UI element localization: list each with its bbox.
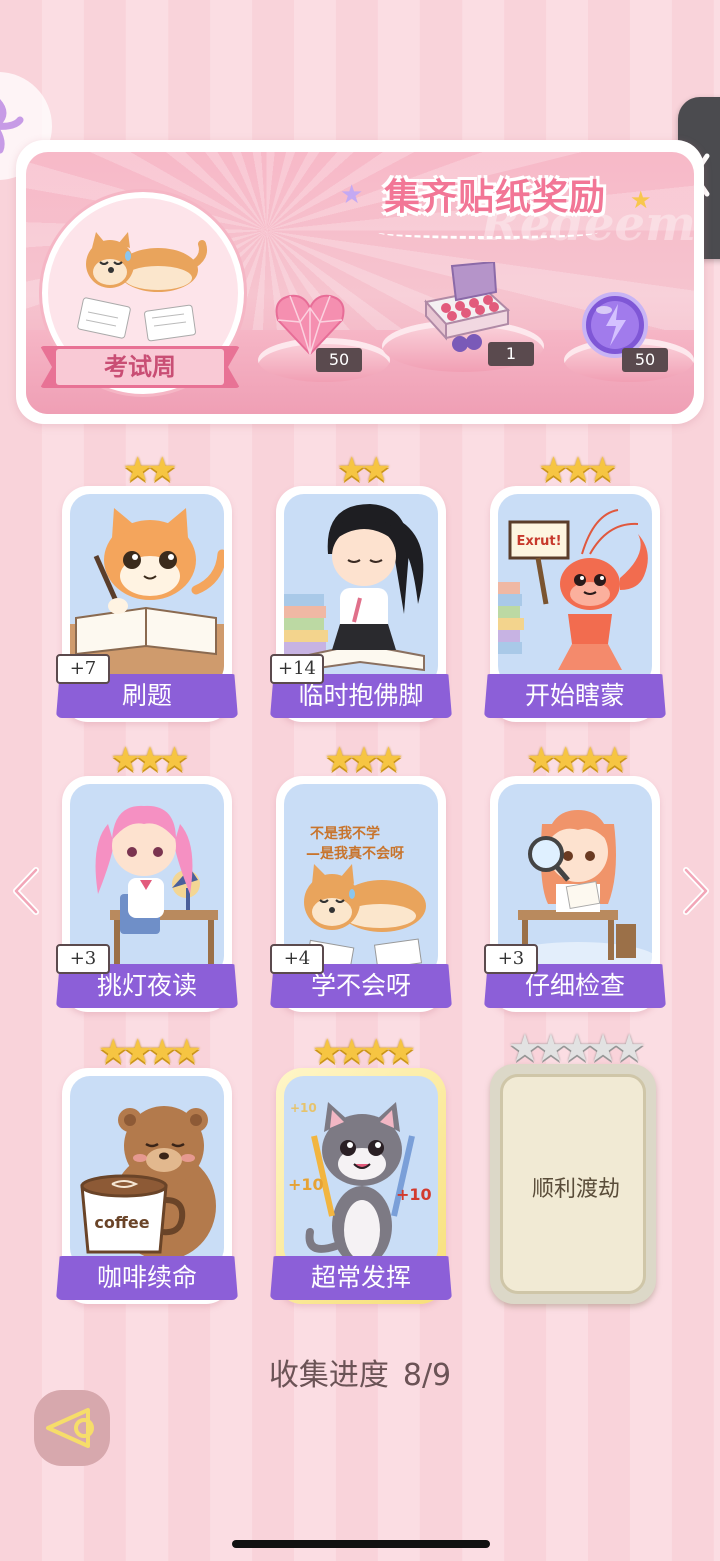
progress-value: 8/9 bbox=[402, 1358, 452, 1393]
star-decoration-icon: ★ bbox=[340, 180, 364, 210]
star-rating: ★★ bbox=[336, 450, 392, 490]
flower-petal-icon bbox=[0, 99, 24, 154]
card-art: +10 +10 +10 bbox=[284, 1076, 438, 1268]
cat-pencils-icon: +10 +10 +10 bbox=[288, 1101, 432, 1266]
star-decoration-icon: ★ bbox=[630, 186, 652, 214]
bonus-tag: +14 bbox=[270, 654, 324, 684]
locked-sticker-card[interactable]: ★★★★★ 顺利渡劫 bbox=[490, 1026, 656, 1304]
sticker-card[interactable]: ★★★ Exrut! 开始瞎蒙 bbox=[484, 450, 666, 722]
reward-count: 1 bbox=[488, 342, 534, 366]
chevron-left-icon bbox=[13, 867, 39, 915]
sticker-card[interactable]: ★★★★ coffee 咖啡续命 bbox=[56, 1032, 238, 1304]
chevron-right-icon bbox=[683, 867, 709, 915]
sign-text: Exrut! bbox=[516, 534, 561, 549]
card-name-plate: 超常发挥 bbox=[270, 1256, 452, 1300]
banner-title: 集齐贴纸奖励 bbox=[383, 177, 606, 218]
sticker-card[interactable]: ★★ 刷题 +7 bbox=[56, 450, 238, 722]
art-caption: +10 bbox=[396, 1185, 432, 1204]
art-caption: —是我真不会呀 bbox=[306, 845, 404, 862]
bonus-tag: +7 bbox=[56, 654, 110, 684]
sticker-card[interactable]: ★★★★ 仔细检查 +3 bbox=[484, 740, 666, 1012]
art-caption: +10 bbox=[290, 1101, 317, 1115]
star-rating: ★★★ bbox=[324, 740, 403, 780]
sticker-card[interactable]: ★★★ 不是我不学 —是我真不会呀 学不会呀 +4 bbox=[270, 740, 452, 1012]
art-caption: coffee bbox=[94, 1213, 149, 1232]
art-caption: 不是我不学 bbox=[310, 825, 380, 842]
bonus-tag: +4 bbox=[270, 944, 324, 974]
card-art: Exrut! bbox=[498, 494, 652, 686]
card-name: 顺利渡劫 bbox=[531, 1177, 620, 1202]
bear-coffee-icon: coffee bbox=[80, 1106, 216, 1260]
star-rating: ★★★★ bbox=[526, 740, 630, 780]
star-rating: ★★★ bbox=[538, 450, 617, 490]
prev-page-button[interactable] bbox=[10, 866, 40, 916]
sticker-card[interactable]: ★★★★ +10 +10 +10 超常发挥 bbox=[270, 1032, 452, 1304]
home-indicator bbox=[232, 1540, 490, 1548]
reward-count: 50 bbox=[316, 348, 362, 372]
set-name: 考试周 bbox=[56, 349, 224, 385]
bonus-tag: +3 bbox=[484, 944, 538, 974]
collection-progress: 收集进度 8/9 bbox=[0, 1350, 720, 1394]
star-rating: ★★★ bbox=[110, 740, 189, 780]
back-arrow-icon bbox=[46, 1408, 94, 1448]
gift-box-icon bbox=[424, 260, 511, 352]
bonus-tag: +3 bbox=[56, 944, 110, 974]
star-rating: ★★★★ bbox=[98, 1032, 202, 1072]
locked-card-face: 顺利渡劫 bbox=[500, 1074, 646, 1294]
progress-label: 收集进度 bbox=[268, 1358, 389, 1393]
lobster-sign-icon: Exrut! bbox=[498, 509, 648, 670]
sticker-card[interactable]: ★★★ 挑灯夜读 +3 bbox=[56, 740, 238, 1012]
card-name-plate: 咖啡续命 bbox=[56, 1256, 238, 1300]
star-rating: ★★★★ bbox=[312, 1032, 416, 1072]
reward-count: 50 bbox=[622, 348, 668, 372]
card-art: coffee bbox=[70, 1076, 224, 1268]
star-rating: ★★ bbox=[122, 450, 178, 490]
next-page-button[interactable] bbox=[682, 866, 712, 916]
card-name-plate: 开始瞎蒙 bbox=[484, 674, 666, 718]
title-underline bbox=[378, 226, 598, 239]
art-caption: +10 bbox=[288, 1175, 324, 1194]
back-button[interactable] bbox=[34, 1390, 110, 1466]
sticker-card[interactable]: ★★ 临时抱佛脚 +14 bbox=[270, 450, 452, 722]
star-rating: ★★★★★ bbox=[507, 1026, 646, 1070]
